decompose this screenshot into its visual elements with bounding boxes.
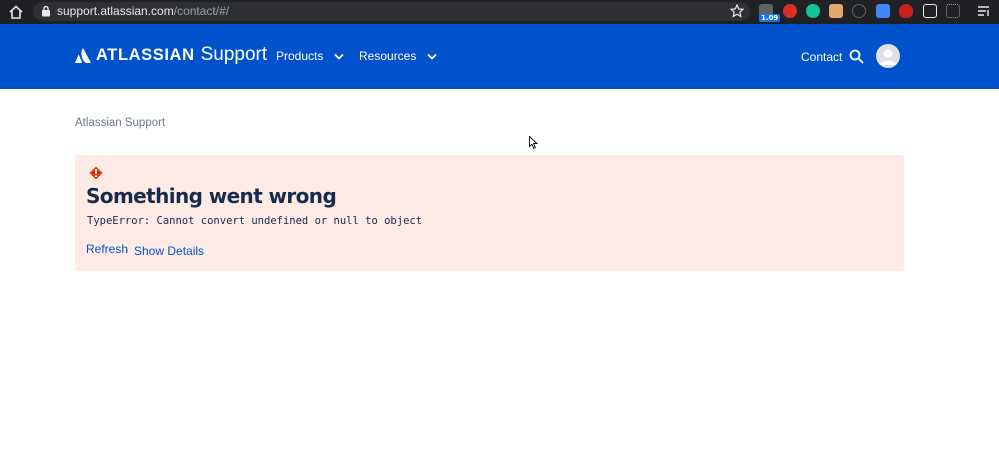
reading-list-icon[interactable] — [977, 4, 991, 18]
nav-resources-label: Resources — [359, 49, 417, 63]
link-separator: · — [126, 245, 129, 255]
nav-products[interactable]: Products — [276, 49, 344, 63]
extension-grammarly-icon[interactable] — [806, 4, 820, 18]
extension-copy-icon[interactable] — [923, 4, 937, 18]
error-title: Something went wrong — [86, 184, 337, 208]
extension-badge: 1.09 — [759, 14, 781, 22]
url-text: support.atlassian.com/contact/#/ — [57, 4, 229, 19]
breadcrumb[interactable]: Atlassian Support — [75, 117, 165, 129]
lock-icon — [42, 5, 50, 17]
atlassian-support-logo[interactable]: ATLASSIAN Support — [75, 43, 267, 67]
error-message: TypeError: Cannot convert undefined or n… — [87, 215, 423, 227]
chevron-down-icon — [334, 53, 344, 60]
mouse-cursor-icon — [529, 136, 538, 149]
extension-grid-icon[interactable] — [946, 4, 960, 18]
extension-power-icon[interactable] — [783, 4, 797, 18]
site-header: ATLASSIAN Support Products Resources Con… — [0, 24, 999, 89]
extension-shield-icon[interactable] — [899, 4, 913, 18]
home-icon[interactable] — [8, 4, 24, 20]
extension-face-icon[interactable] — [829, 4, 843, 18]
logo-wordmark: ATLASSIAN — [96, 45, 195, 64]
browser-toolbar: support.atlassian.com/contact/#/ 1.09 — [0, 0, 999, 24]
contact-link[interactable]: Contact — [801, 50, 842, 64]
user-silhouette-icon — [880, 49, 896, 65]
show-details-link[interactable]: Show Details — [134, 244, 204, 258]
extension-recycle-icon[interactable] — [852, 4, 866, 18]
address-bar[interactable]: support.atlassian.com/contact/#/ — [33, 2, 750, 21]
logo-product-name: Support — [200, 44, 268, 65]
atlassian-logo-icon — [75, 47, 91, 63]
url-path: /contact/#/ — [173, 4, 230, 18]
chevron-down-icon — [427, 53, 437, 60]
url-host: support.atlassian.com — [57, 4, 174, 18]
nav-products-label: Products — [276, 49, 324, 63]
error-icon — [89, 166, 103, 180]
user-avatar[interactable] — [876, 44, 900, 68]
extension-window-icon[interactable] — [876, 4, 890, 18]
bookmark-star-icon[interactable] — [730, 4, 744, 18]
nav-resources[interactable]: Resources — [359, 49, 437, 63]
refresh-link[interactable]: Refresh — [86, 242, 128, 256]
search-icon[interactable] — [849, 49, 864, 64]
error-panel: Something went wrong TypeError: Cannot c… — [75, 155, 904, 271]
